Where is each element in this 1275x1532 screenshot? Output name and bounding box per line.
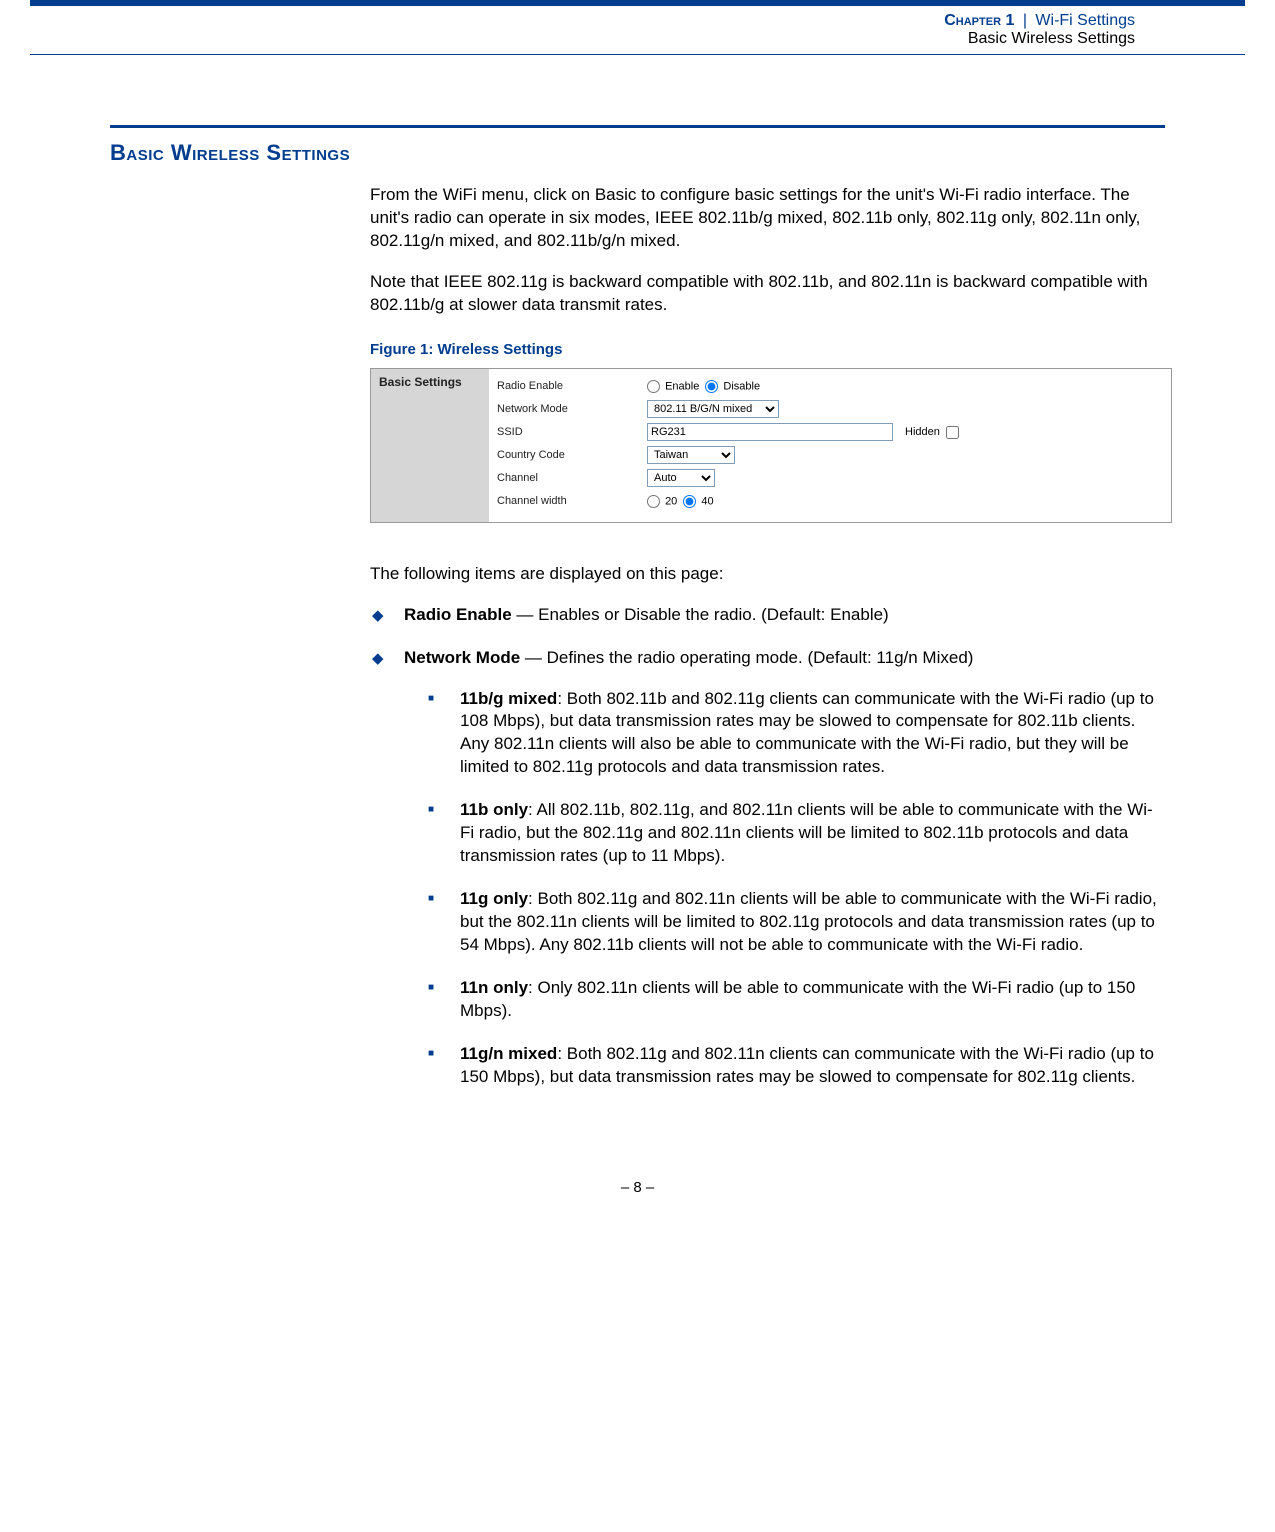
- intro-paragraph-2: Note that IEEE 802.11g is backward compa…: [370, 271, 1165, 317]
- bullet-network-mode: Network Mode — Defines the radio operati…: [370, 647, 1165, 1089]
- label-radio-enable: Radio Enable: [497, 380, 647, 392]
- label-channel-width: Channel width: [497, 495, 647, 507]
- radio-chwidth-20[interactable]: 20: [647, 495, 677, 508]
- figure-row-country: Country Code Taiwan: [497, 444, 1163, 467]
- mode-b-name: 11b only: [460, 800, 528, 819]
- mode-gn-desc: : Both 802.11g and 802.11n clients can c…: [460, 1044, 1154, 1086]
- header-category: Wi-Fi Settings: [1035, 12, 1135, 29]
- mode-g-name: 11g only: [460, 889, 528, 908]
- label-ssid: SSID: [497, 426, 647, 438]
- radio-enable-option[interactable]: Enable: [647, 380, 699, 393]
- radio-enable-label: Enable: [665, 380, 699, 392]
- bullet-network-mode-desc: — Defines the radio operating mode. (Def…: [520, 648, 973, 667]
- label-country: Country Code: [497, 449, 647, 461]
- after-figure-text: The following items are displayed on thi…: [370, 563, 1165, 586]
- bullet-network-mode-name: Network Mode: [404, 648, 520, 667]
- chwidth-20-label: 20: [665, 495, 677, 507]
- bullet-radio-enable-desc: — Enables or Disable the radio. (Default…: [512, 605, 889, 624]
- mode-b-desc: : All 802.11b, 802.11g, and 802.11n clie…: [460, 800, 1153, 865]
- mode-11b-only: 11b only: All 802.11b, 802.11g, and 802.…: [426, 799, 1165, 868]
- figure-caption: Figure 1: Wireless Settings: [370, 341, 1165, 358]
- mode-gn-name: 11g/n mixed: [460, 1044, 557, 1063]
- intro-paragraph-1: From the WiFi menu, click on Basic to co…: [370, 184, 1165, 253]
- mode-11bg-mixed: 11b/g mixed: Both 802.11b and 802.11g cl…: [426, 688, 1165, 780]
- select-channel[interactable]: Auto: [647, 469, 715, 487]
- header-pipe: |: [1019, 12, 1031, 29]
- diamond-list: Radio Enable — Enables or Disable the ra…: [370, 604, 1165, 1089]
- checkbox-hidden[interactable]: [946, 426, 959, 439]
- mode-bg-desc: : Both 802.11b and 802.11g clients can c…: [460, 689, 1154, 777]
- figure-row-radio-enable: Radio Enable Enable Disable: [497, 375, 1163, 398]
- mode-11n-only: 11n only: Only 802.11n clients will be a…: [426, 977, 1165, 1023]
- header-chapter: Chapter 1: [944, 12, 1014, 29]
- square-list: 11b/g mixed: Both 802.11b and 802.11g cl…: [404, 688, 1165, 1089]
- page-footer: – 8 –: [0, 1149, 1275, 1216]
- section-title: Basic Wireless Settings: [110, 140, 1165, 166]
- section-rule: [110, 125, 1165, 128]
- mode-11gn-mixed: 11g/n mixed: Both 802.11g and 802.11n cl…: [426, 1043, 1165, 1089]
- label-hidden: Hidden: [905, 426, 940, 438]
- figure-row-network-mode: Network Mode 802.11 B/G/N mixed: [497, 398, 1163, 421]
- radio-chwidth-40[interactable]: 40: [683, 495, 713, 508]
- mode-n-name: 11n only: [460, 978, 528, 997]
- figure-sidebar-title: Basic Settings: [371, 369, 489, 522]
- figure-main: Radio Enable Enable Disable Network Mode…: [489, 369, 1171, 522]
- figure-wireless-settings: Basic Settings Radio Enable Enable Disab…: [370, 368, 1172, 523]
- mode-g-desc: : Both 802.11g and 802.11n clients will …: [460, 889, 1157, 954]
- bullet-radio-enable-name: Radio Enable: [404, 605, 512, 624]
- input-ssid[interactable]: [647, 423, 893, 441]
- header-line1: Chapter 1 | Wi-Fi Settings: [30, 12, 1135, 30]
- label-channel: Channel: [497, 472, 647, 484]
- content: Basic Wireless Settings From the WiFi me…: [0, 65, 1275, 1149]
- label-network-mode: Network Mode: [497, 403, 647, 415]
- figure-row-ssid: SSID Hidden: [497, 421, 1163, 444]
- mode-n-desc: : Only 802.11n clients will be able to c…: [460, 978, 1135, 1020]
- figure-row-channel: Channel Auto: [497, 467, 1163, 490]
- figure-row-channel-width: Channel width 20 40: [497, 490, 1163, 513]
- select-network-mode[interactable]: 802.11 B/G/N mixed: [647, 400, 779, 418]
- chwidth-40-label: 40: [701, 495, 713, 507]
- radio-disable-label: Disable: [723, 380, 760, 392]
- mode-bg-name: 11b/g mixed: [460, 689, 557, 708]
- mode-11g-only: 11g only: Both 802.11g and 802.11n clien…: [426, 888, 1165, 957]
- page-header: Chapter 1 | Wi-Fi Settings Basic Wireles…: [30, 6, 1245, 55]
- header-subtitle: Basic Wireless Settings: [30, 30, 1135, 48]
- select-country[interactable]: Taiwan: [647, 446, 735, 464]
- radio-disable-option[interactable]: Disable: [705, 380, 760, 393]
- bullet-radio-enable: Radio Enable — Enables or Disable the ra…: [370, 604, 1165, 627]
- body-column: From the WiFi menu, click on Basic to co…: [370, 184, 1165, 1089]
